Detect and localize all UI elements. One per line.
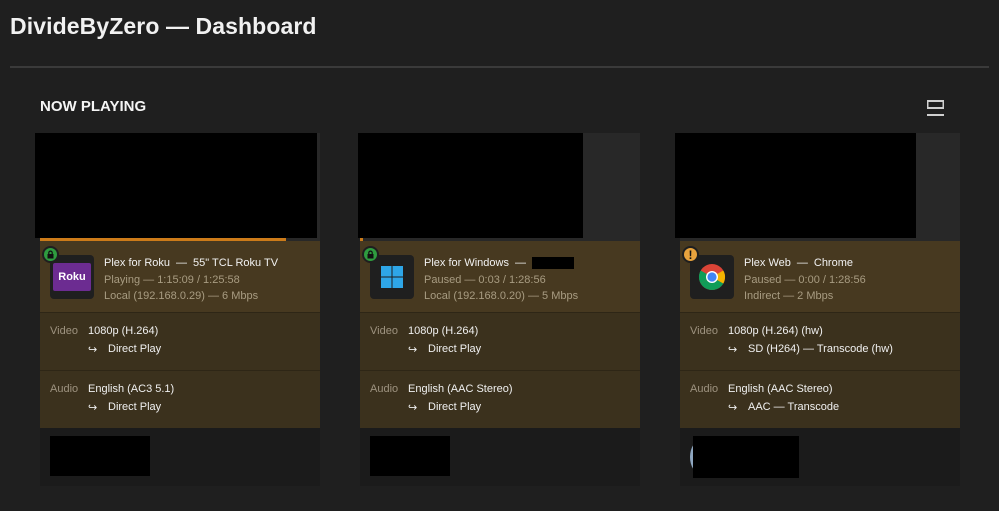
redacted-artwork [675, 133, 916, 238]
return-arrow-icon: ↪ [408, 402, 418, 414]
player-name: Plex for Roku [104, 257, 171, 269]
lock-icon [362, 246, 379, 263]
session-card[interactable]: Roku Plex for Roku —55" TCL Roku TV Playi… [35, 133, 320, 486]
video-stream-row: Video 1080p (H.264) (hw) ↪ SD (H264) — T… [680, 312, 960, 370]
user-footer[interactable] [680, 428, 960, 486]
session-info: ! Plex Web — Chrome Paused — 0:00 / 1:28:5… [680, 241, 960, 312]
audio-stream-row: Audio English (AAC Stereo) ↪ Direct Play [360, 370, 640, 428]
video-value: 1080p (H.264) [408, 325, 479, 337]
video-decision: SD (H264) — Transcode (hw) [748, 343, 893, 355]
video-stream-row: Video 1080p (H.264) ↪ Direct Play [40, 312, 320, 370]
audio-label: Audio [370, 383, 399, 395]
connection-info: Local (192.168.0.20) — 5 Mbps [424, 290, 579, 302]
connection-info: Local (192.168.0.29) — 6 Mbps [104, 290, 259, 302]
user-footer[interactable] [360, 428, 640, 486]
redacted-user [693, 436, 799, 478]
session-artwork[interactable] [675, 133, 960, 241]
lock-icon [42, 246, 59, 263]
session-artwork[interactable] [358, 133, 640, 241]
video-label: Video [50, 325, 78, 337]
audio-decision: Direct Play [428, 401, 482, 413]
player-name: Plex for Windows [424, 257, 509, 269]
device-name: Chrome [813, 257, 853, 269]
video-decision: Direct Play [108, 343, 162, 355]
audio-label: Audio [50, 383, 79, 395]
now-playing-heading: NOW PLAYING [40, 98, 147, 115]
audio-label: Audio [690, 383, 719, 395]
session-info: Plex for Windows — Paused — 0:03 / 1:28:5… [360, 241, 640, 312]
return-arrow-icon: ↪ [88, 402, 98, 414]
session-card[interactable]: ! Plex Web — Chrome Paused — 0:00 / 1:28:5… [675, 133, 960, 486]
redacted-user [370, 436, 450, 476]
return-arrow-icon: ↪ [728, 344, 738, 356]
roku-icon: Roku [50, 255, 94, 299]
video-label: Video [690, 325, 718, 337]
video-label: Video [370, 325, 398, 337]
audio-value: English (AAC Stereo) [728, 383, 833, 395]
session-card[interactable]: Plex for Windows — Paused — 0:03 / 1:28:5… [358, 133, 640, 486]
list-view-toggle-icon[interactable] [925, 98, 947, 118]
connection-info: Indirect — 2 Mbps [744, 290, 834, 302]
return-arrow-icon: ↪ [88, 344, 98, 356]
playback-state: Paused — 0:00 / 1:28:56 [744, 274, 866, 286]
redacted-device-name [531, 257, 574, 270]
video-decision: Direct Play [428, 343, 482, 355]
playback-state: Playing — 1:15:09 / 1:25:58 [104, 274, 240, 286]
session-artwork[interactable] [35, 133, 320, 241]
title-divider [10, 66, 989, 68]
windows-icon [370, 255, 414, 299]
playback-state: Paused — 0:03 / 1:28:56 [424, 274, 546, 286]
redacted-artwork [35, 133, 317, 238]
player-name: Plex Web [744, 257, 791, 269]
device-name: 55" TCL Roku TV [193, 257, 279, 269]
chrome-icon [690, 255, 734, 299]
return-arrow-icon: ↪ [728, 402, 738, 414]
return-arrow-icon: ↪ [408, 344, 418, 356]
page-title: DivideByZero — Dashboard [10, 13, 317, 39]
video-value: 1080p (H.264) [88, 325, 159, 337]
audio-stream-row: Audio English (AC3 5.1) ↪ Direct Play [40, 370, 320, 428]
audio-value: English (AC3 5.1) [88, 383, 175, 395]
audio-decision: AAC — Transcode [748, 401, 840, 413]
video-value: 1080p (H.264) (hw) [728, 325, 823, 337]
redacted-user [50, 436, 150, 476]
session-info: Roku Plex for Roku —55" TCL Roku TV Playi… [40, 241, 320, 312]
redacted-artwork [358, 133, 583, 238]
audio-stream-row: Audio English (AAC Stereo) ↪ AAC — Trans… [680, 370, 960, 428]
user-footer[interactable] [40, 428, 320, 486]
video-stream-row: Video 1080p (H.264) ↪ Direct Play [360, 312, 640, 370]
warning-icon: ! [682, 246, 699, 263]
audio-decision: Direct Play [108, 401, 162, 413]
audio-value: English (AAC Stereo) [408, 383, 513, 395]
